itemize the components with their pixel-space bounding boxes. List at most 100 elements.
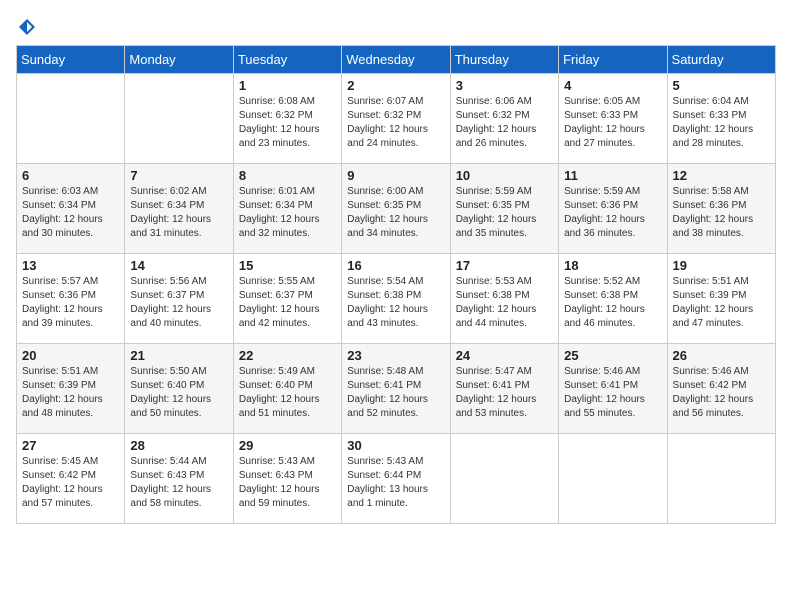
calendar-cell: 27 Sunrise: 5:45 AMSunset: 6:42 PMDaylig… bbox=[17, 434, 125, 524]
day-info: Sunrise: 5:46 AMSunset: 6:42 PMDaylight:… bbox=[673, 366, 754, 419]
day-info: Sunrise: 5:43 AMSunset: 6:43 PMDaylight:… bbox=[239, 456, 320, 509]
day-number: 30 bbox=[347, 438, 444, 453]
day-number: 16 bbox=[347, 258, 444, 273]
calendar-cell: 20 Sunrise: 5:51 AMSunset: 6:39 PMDaylig… bbox=[17, 344, 125, 434]
day-number: 10 bbox=[456, 168, 553, 183]
calendar-cell: 9 Sunrise: 6:00 AMSunset: 6:35 PMDayligh… bbox=[342, 164, 450, 254]
day-header-saturday: Saturday bbox=[667, 46, 775, 74]
day-info: Sunrise: 6:06 AMSunset: 6:32 PMDaylight:… bbox=[456, 96, 537, 149]
day-info: Sunrise: 6:05 AMSunset: 6:33 PMDaylight:… bbox=[564, 96, 645, 149]
day-number: 25 bbox=[564, 348, 661, 363]
day-number: 15 bbox=[239, 258, 336, 273]
day-info: Sunrise: 5:45 AMSunset: 6:42 PMDaylight:… bbox=[22, 456, 103, 509]
calendar-table: SundayMondayTuesdayWednesdayThursdayFrid… bbox=[16, 45, 776, 524]
day-number: 13 bbox=[22, 258, 119, 273]
calendar-cell: 13 Sunrise: 5:57 AMSunset: 6:36 PMDaylig… bbox=[17, 254, 125, 344]
day-number: 21 bbox=[130, 348, 227, 363]
calendar-cell: 23 Sunrise: 5:48 AMSunset: 6:41 PMDaylig… bbox=[342, 344, 450, 434]
day-number: 20 bbox=[22, 348, 119, 363]
calendar-cell: 26 Sunrise: 5:46 AMSunset: 6:42 PMDaylig… bbox=[667, 344, 775, 434]
calendar-cell bbox=[17, 74, 125, 164]
day-number: 6 bbox=[22, 168, 119, 183]
calendar-cell: 7 Sunrise: 6:02 AMSunset: 6:34 PMDayligh… bbox=[125, 164, 233, 254]
day-info: Sunrise: 5:51 AMSunset: 6:39 PMDaylight:… bbox=[22, 366, 103, 419]
day-header-thursday: Thursday bbox=[450, 46, 558, 74]
day-info: Sunrise: 6:01 AMSunset: 6:34 PMDaylight:… bbox=[239, 186, 320, 239]
calendar-cell: 12 Sunrise: 5:58 AMSunset: 6:36 PMDaylig… bbox=[667, 164, 775, 254]
day-info: Sunrise: 5:44 AMSunset: 6:43 PMDaylight:… bbox=[130, 456, 211, 509]
day-number: 2 bbox=[347, 78, 444, 93]
day-info: Sunrise: 5:57 AMSunset: 6:36 PMDaylight:… bbox=[22, 276, 103, 329]
day-number: 27 bbox=[22, 438, 119, 453]
calendar-cell: 17 Sunrise: 5:53 AMSunset: 6:38 PMDaylig… bbox=[450, 254, 558, 344]
calendar-cell: 8 Sunrise: 6:01 AMSunset: 6:34 PMDayligh… bbox=[233, 164, 341, 254]
day-number: 24 bbox=[456, 348, 553, 363]
day-number: 5 bbox=[673, 78, 770, 93]
day-number: 14 bbox=[130, 258, 227, 273]
day-number: 8 bbox=[239, 168, 336, 183]
day-number: 17 bbox=[456, 258, 553, 273]
day-number: 18 bbox=[564, 258, 661, 273]
day-info: Sunrise: 6:03 AMSunset: 6:34 PMDaylight:… bbox=[22, 186, 103, 239]
day-info: Sunrise: 5:59 AMSunset: 6:36 PMDaylight:… bbox=[564, 186, 645, 239]
day-header-monday: Monday bbox=[125, 46, 233, 74]
day-header-wednesday: Wednesday bbox=[342, 46, 450, 74]
day-number: 28 bbox=[130, 438, 227, 453]
day-info: Sunrise: 5:54 AMSunset: 6:38 PMDaylight:… bbox=[347, 276, 428, 329]
calendar-cell: 29 Sunrise: 5:43 AMSunset: 6:43 PMDaylig… bbox=[233, 434, 341, 524]
calendar-cell: 11 Sunrise: 5:59 AMSunset: 6:36 PMDaylig… bbox=[559, 164, 667, 254]
day-info: Sunrise: 5:48 AMSunset: 6:41 PMDaylight:… bbox=[347, 366, 428, 419]
day-info: Sunrise: 6:07 AMSunset: 6:32 PMDaylight:… bbox=[347, 96, 428, 149]
calendar-cell: 5 Sunrise: 6:04 AMSunset: 6:33 PMDayligh… bbox=[667, 74, 775, 164]
day-number: 1 bbox=[239, 78, 336, 93]
day-number: 29 bbox=[239, 438, 336, 453]
day-number: 7 bbox=[130, 168, 227, 183]
day-info: Sunrise: 6:02 AMSunset: 6:34 PMDaylight:… bbox=[130, 186, 211, 239]
day-header-sunday: Sunday bbox=[17, 46, 125, 74]
day-info: Sunrise: 5:52 AMSunset: 6:38 PMDaylight:… bbox=[564, 276, 645, 329]
day-info: Sunrise: 5:55 AMSunset: 6:37 PMDaylight:… bbox=[239, 276, 320, 329]
calendar-cell bbox=[667, 434, 775, 524]
day-header-friday: Friday bbox=[559, 46, 667, 74]
logo bbox=[16, 16, 38, 37]
calendar-cell bbox=[559, 434, 667, 524]
page-header bbox=[16, 16, 776, 37]
day-info: Sunrise: 5:46 AMSunset: 6:41 PMDaylight:… bbox=[564, 366, 645, 419]
calendar-cell: 16 Sunrise: 5:54 AMSunset: 6:38 PMDaylig… bbox=[342, 254, 450, 344]
day-info: Sunrise: 6:08 AMSunset: 6:32 PMDaylight:… bbox=[239, 96, 320, 149]
day-info: Sunrise: 5:58 AMSunset: 6:36 PMDaylight:… bbox=[673, 186, 754, 239]
calendar-cell bbox=[125, 74, 233, 164]
calendar-cell: 21 Sunrise: 5:50 AMSunset: 6:40 PMDaylig… bbox=[125, 344, 233, 434]
calendar-cell: 18 Sunrise: 5:52 AMSunset: 6:38 PMDaylig… bbox=[559, 254, 667, 344]
day-info: Sunrise: 5:51 AMSunset: 6:39 PMDaylight:… bbox=[673, 276, 754, 329]
day-number: 23 bbox=[347, 348, 444, 363]
calendar-cell: 10 Sunrise: 5:59 AMSunset: 6:35 PMDaylig… bbox=[450, 164, 558, 254]
day-info: Sunrise: 5:56 AMSunset: 6:37 PMDaylight:… bbox=[130, 276, 211, 329]
day-info: Sunrise: 5:50 AMSunset: 6:40 PMDaylight:… bbox=[130, 366, 211, 419]
calendar-cell: 28 Sunrise: 5:44 AMSunset: 6:43 PMDaylig… bbox=[125, 434, 233, 524]
calendar-cell: 2 Sunrise: 6:07 AMSunset: 6:32 PMDayligh… bbox=[342, 74, 450, 164]
day-info: Sunrise: 5:43 AMSunset: 6:44 PMDaylight:… bbox=[347, 456, 428, 509]
day-number: 3 bbox=[456, 78, 553, 93]
calendar-cell: 1 Sunrise: 6:08 AMSunset: 6:32 PMDayligh… bbox=[233, 74, 341, 164]
day-info: Sunrise: 5:49 AMSunset: 6:40 PMDaylight:… bbox=[239, 366, 320, 419]
day-number: 22 bbox=[239, 348, 336, 363]
calendar-cell: 4 Sunrise: 6:05 AMSunset: 6:33 PMDayligh… bbox=[559, 74, 667, 164]
calendar-cell: 24 Sunrise: 5:47 AMSunset: 6:41 PMDaylig… bbox=[450, 344, 558, 434]
day-number: 4 bbox=[564, 78, 661, 93]
calendar-cell bbox=[450, 434, 558, 524]
day-number: 19 bbox=[673, 258, 770, 273]
day-number: 12 bbox=[673, 168, 770, 183]
calendar-cell: 19 Sunrise: 5:51 AMSunset: 6:39 PMDaylig… bbox=[667, 254, 775, 344]
calendar-cell: 14 Sunrise: 5:56 AMSunset: 6:37 PMDaylig… bbox=[125, 254, 233, 344]
day-info: Sunrise: 5:53 AMSunset: 6:38 PMDaylight:… bbox=[456, 276, 537, 329]
calendar-cell: 15 Sunrise: 5:55 AMSunset: 6:37 PMDaylig… bbox=[233, 254, 341, 344]
calendar-cell: 3 Sunrise: 6:06 AMSunset: 6:32 PMDayligh… bbox=[450, 74, 558, 164]
day-header-tuesday: Tuesday bbox=[233, 46, 341, 74]
day-number: 26 bbox=[673, 348, 770, 363]
calendar-cell: 30 Sunrise: 5:43 AMSunset: 6:44 PMDaylig… bbox=[342, 434, 450, 524]
day-number: 11 bbox=[564, 168, 661, 183]
calendar-cell: 6 Sunrise: 6:03 AMSunset: 6:34 PMDayligh… bbox=[17, 164, 125, 254]
day-info: Sunrise: 6:04 AMSunset: 6:33 PMDaylight:… bbox=[673, 96, 754, 149]
day-info: Sunrise: 5:47 AMSunset: 6:41 PMDaylight:… bbox=[456, 366, 537, 419]
